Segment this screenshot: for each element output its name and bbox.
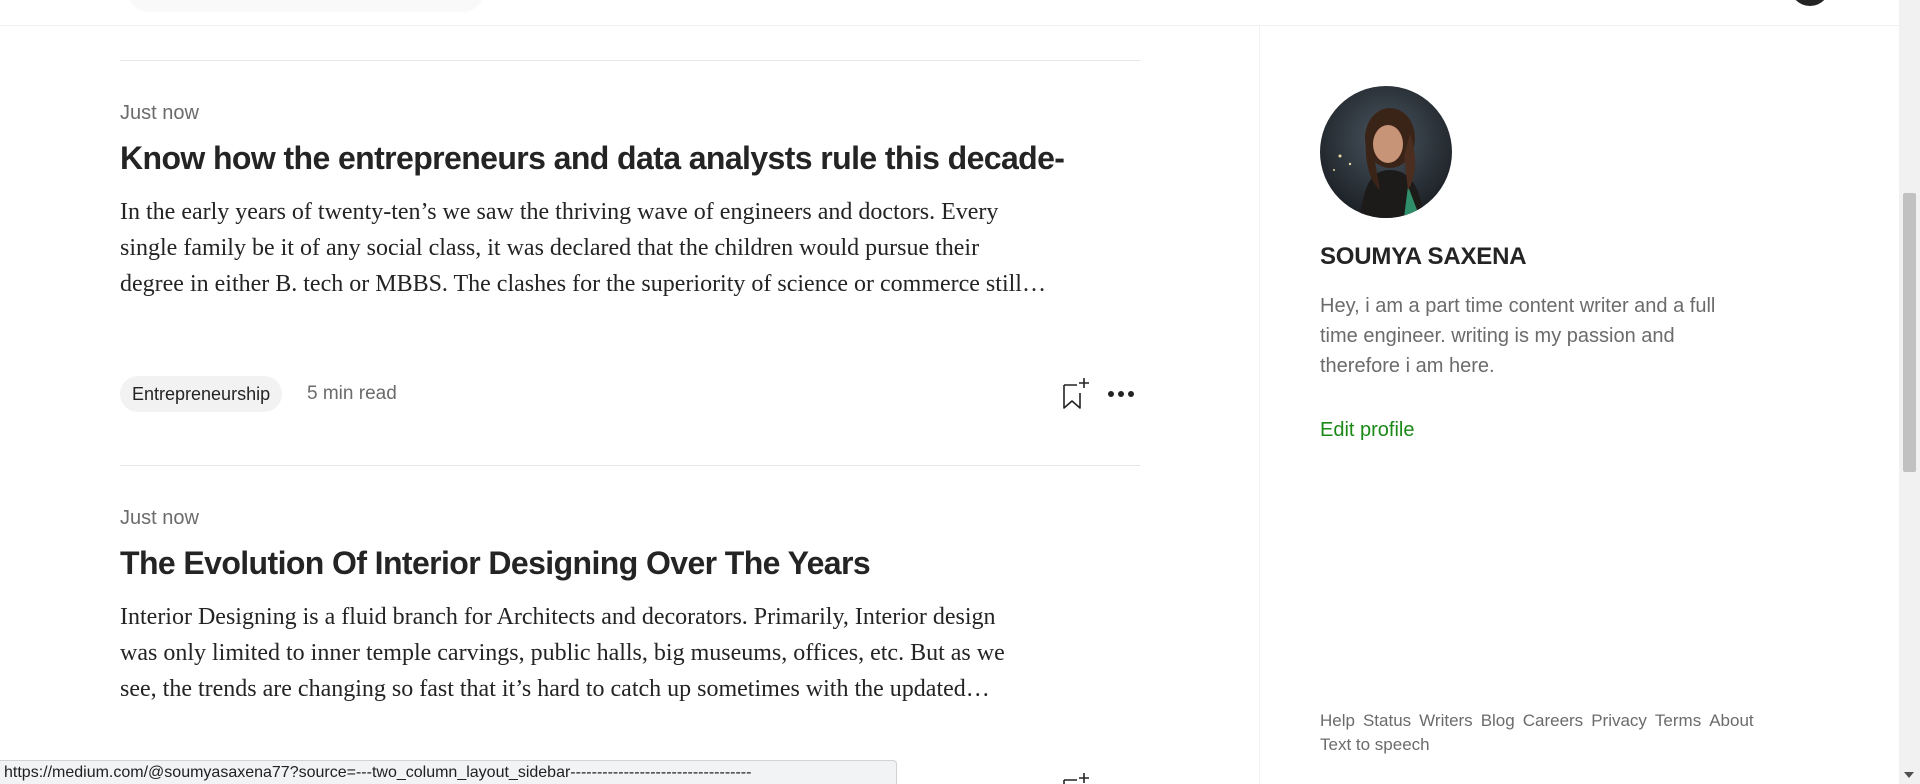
article-feed: Just now Know how the entrepreneurs and … (120, 25, 1140, 784)
top-nav-bar (0, 0, 1920, 26)
footer-link-text-to-speech[interactable]: Text to speech (1320, 733, 1430, 757)
article-card[interactable]: Just now The Evolution Of Interior Desig… (120, 507, 1140, 784)
profile-bio: Hey, i am a part time content writer and… (1320, 295, 1716, 377)
excerpt-line: was only limited to inner temple carving… (120, 640, 1005, 666)
footer-links: Help Status Writers Blog Careers Privacy Terms… (1320, 709, 1780, 757)
bookmark-add-icon[interactable] (1058, 376, 1092, 412)
user-avatar-button[interactable] (1790, 0, 1830, 6)
article-excerpt[interactable]: Interior Designing is a fluid branch for… (120, 599, 1130, 707)
topic-tag[interactable]: Entrepreneurship (120, 376, 283, 412)
bookmark-add-icon[interactable] (1058, 771, 1092, 784)
footer-link-terms[interactable]: Terms (1655, 709, 1701, 733)
footer-link-privacy[interactable]: Privacy (1591, 709, 1647, 733)
article-excerpt[interactable]: In the early years of twenty-ten’s we sa… (120, 194, 1130, 302)
article-title[interactable]: Know how the entrepreneurs and data anal… (120, 140, 1140, 177)
vertical-scrollbar[interactable] (1899, 0, 1920, 784)
profile-sidebar: SOUMYA SAXENA Hey, i am a part time cont… (1259, 25, 1900, 784)
footer-link-status[interactable]: Status (1363, 709, 1411, 733)
footer-link-help[interactable]: Help (1320, 709, 1355, 733)
footer-link-blog[interactable]: Blog (1481, 709, 1515, 733)
divider (120, 60, 1140, 61)
excerpt-line: Interior Designing is a fluid branch for… (120, 604, 996, 630)
footer-link-writers[interactable]: Writers (1419, 709, 1473, 733)
excerpt-line: degree in either B. tech or MBBS. The cl… (120, 271, 1046, 297)
excerpt-line: single family be it of any social class,… (120, 235, 980, 261)
browser-status-bar: https://medium.com/@soumyasaxena77?sourc… (0, 760, 897, 784)
scroll-down-arrow-icon[interactable] (1904, 772, 1914, 778)
scrollbar-thumb[interactable] (1903, 193, 1916, 472)
article-date: Just now (120, 102, 199, 124)
profile-avatar[interactable] (1320, 86, 1452, 218)
excerpt-line: see, the trends are changing so fast tha… (120, 676, 990, 702)
article-card[interactable]: Just now Know how the entrepreneurs and … (120, 102, 1140, 422)
profile-name[interactable]: SOUMYA SAXENA (1320, 243, 1527, 271)
read-time: 5 min read (307, 383, 397, 404)
footer-link-about[interactable]: About (1709, 709, 1753, 733)
more-options-icon[interactable] (1106, 384, 1136, 404)
edit-profile-link[interactable]: Edit profile (1320, 419, 1415, 442)
divider (120, 465, 1140, 466)
excerpt-line: In the early years of twenty-ten’s we sa… (120, 199, 999, 225)
search-bar[interactable] (128, 0, 484, 12)
footer-link-careers[interactable]: Careers (1523, 709, 1583, 733)
article-meta: Entrepreneurship 5 min read (120, 376, 1140, 412)
article-date: Just now (120, 507, 199, 529)
article-title[interactable]: The Evolution Of Interior Designing Over… (120, 545, 1140, 582)
